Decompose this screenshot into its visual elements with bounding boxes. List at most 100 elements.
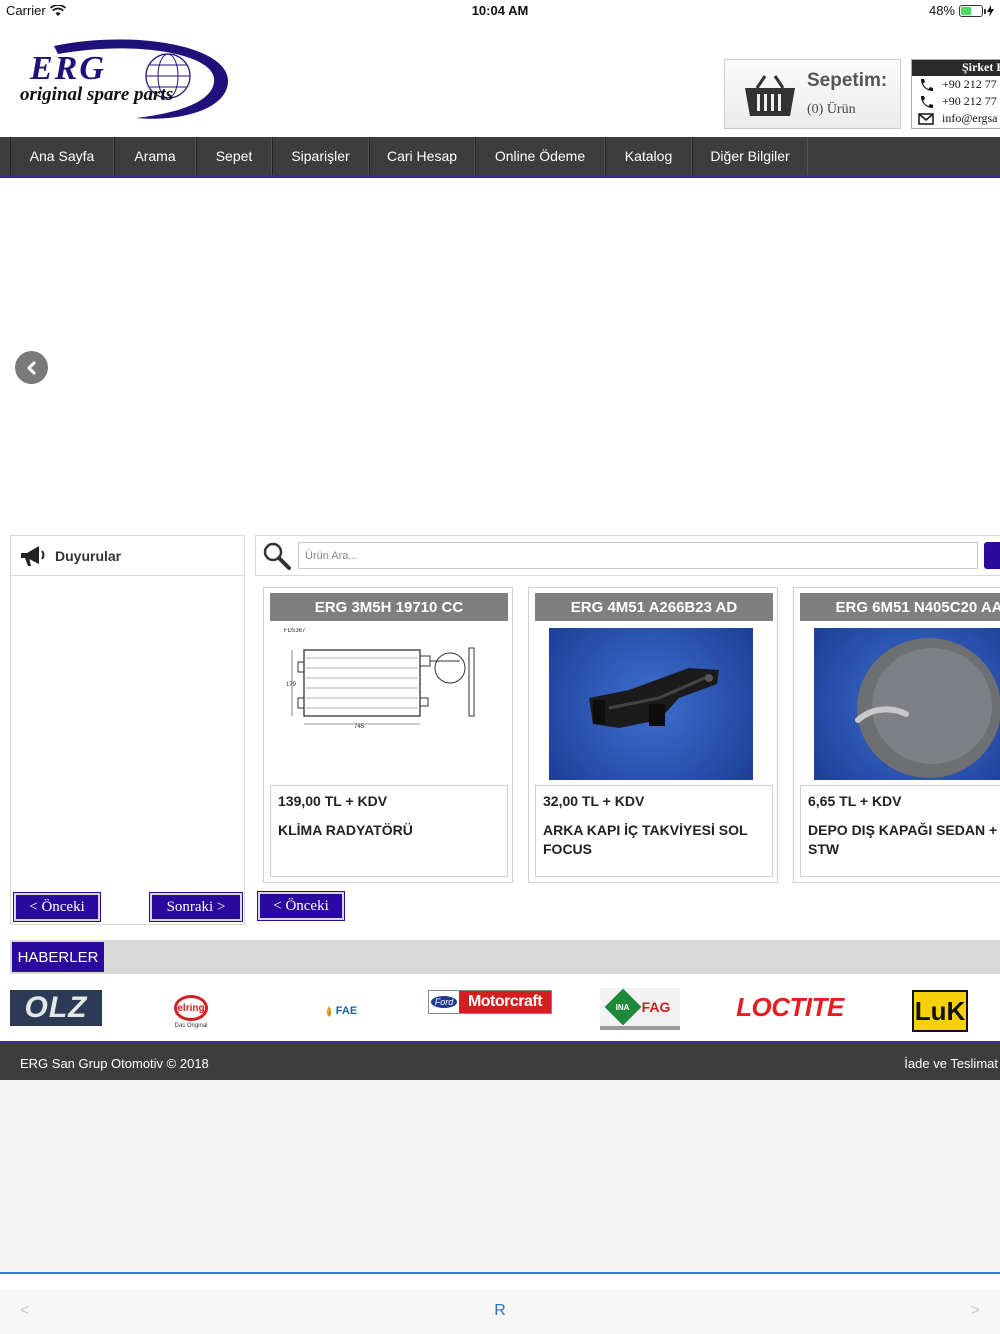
announcements-prev-button[interactable]: < Önceki [13, 892, 101, 922]
contact-phone-2[interactable]: +90 212 77 [912, 93, 1000, 110]
news-bar: HABERLER [10, 940, 1000, 974]
megaphone-icon [21, 545, 45, 566]
chevron-left-icon [26, 360, 36, 375]
product-name[interactable]: DEPO DIŞ KAPAĞI SEDAN + STW [808, 821, 1000, 859]
brand-name: OLZ [24, 991, 88, 1024]
contact-email-text: info@ergsa [942, 111, 998, 125]
fuel-cap-photo [855, 638, 1000, 778]
charging-icon [987, 4, 994, 17]
brand-logo-loctite[interactable]: LOCTITE [732, 992, 848, 1022]
product-name[interactable]: KLİMA RADYATÖRÜ [278, 821, 500, 840]
svg-text:745: 745 [354, 724, 365, 730]
search-submit-button[interactable] [984, 542, 1000, 569]
contact-phone-1-text: +90 212 77 [942, 77, 997, 91]
product-image[interactable] [549, 628, 753, 780]
empty-area [0, 1080, 1000, 1272]
brand-name: FAG [641, 999, 671, 1015]
nav-item-arama[interactable]: Arama [114, 137, 196, 175]
product-image-label: FD5367 [284, 628, 306, 634]
product-code: ERG 4M51 A266B23 AD [535, 593, 773, 621]
footer-copyright: ERG San Grup Otomotiv © 2018 [20, 1056, 209, 1071]
page: Carrier 10:04 AM 48% ERG original spare … [0, 0, 1000, 1334]
product-info: 32,00 TL + KDV ARKA KAPI İÇ TAKVİYESİ SO… [535, 785, 773, 877]
cart-box[interactable]: Sepetim: (0) Ürün [724, 59, 901, 129]
announcements-header: Duyurular [11, 536, 244, 576]
status-bar: Carrier 10:04 AM 48% [0, 0, 1000, 22]
cart-count: (0) Ürün [807, 102, 856, 117]
nav-item-online-odeme[interactable]: Online Ödeme [475, 137, 605, 175]
product-info: 139,00 TL + KDV KLİMA RADYATÖRÜ [270, 785, 508, 877]
brand-logo-ina-fag[interactable]: INA FAG [600, 988, 680, 1030]
brand-name: elring [177, 1002, 205, 1014]
announcements-panel: Duyurular < Önceki Sonraki > [10, 535, 245, 925]
brand-logo-fae[interactable]: FAE [318, 1000, 364, 1022]
product-code: ERG 3M5H 19710 CC [270, 593, 508, 621]
products-prev-button[interactable]: < Önceki [257, 891, 345, 921]
product-info: 6,65 TL + KDV DEPO DIŞ KAPAĞI SEDAN + ST… [800, 785, 1000, 877]
nav-item-sepet[interactable]: Sepet [196, 137, 272, 175]
search-bar: Ürün Ara... [255, 535, 1000, 576]
product-price: 32,00 TL + KDV [543, 793, 645, 809]
mail-icon [918, 112, 934, 125]
product-name[interactable]: ARKA KAPI İÇ TAKVİYESİ SOL FOCUS [543, 821, 765, 859]
brand-logo-elring[interactable]: elring Das Original [160, 990, 222, 1034]
announcements-next-button[interactable]: Sonraki > [149, 892, 243, 922]
product-card[interactable]: ERG 3M5H 19710 CC FD5367 745 179 139,00 … [263, 587, 513, 883]
product-price: 139,00 TL + KDV [278, 793, 388, 809]
load-progress-bar [0, 1272, 1000, 1274]
svg-text:179: 179 [286, 682, 297, 688]
search-input[interactable]: Ürün Ara... [298, 542, 978, 569]
radiator-drawing: 745 179 [286, 647, 475, 730]
product-code: ERG 6M51 N405C20 AA [800, 593, 1000, 621]
site-logo[interactable]: ERG original spare parts [18, 36, 230, 122]
brand-carousel: OLZ elring Das Original FAE Ford Motorcr… [0, 982, 1000, 1038]
site-footer: ERG San Grup Otomotiv © 2018 İade ve Tes… [0, 1041, 1000, 1080]
contact-email[interactable]: info@ergsa [912, 110, 1000, 127]
product-image[interactable]: FD5367 745 179 [284, 628, 488, 780]
brand-name: LOCTITE [736, 991, 844, 1022]
nav-item-cari-hesap[interactable]: Cari Hesap [369, 137, 475, 175]
bracket-part-photo [589, 668, 719, 728]
nav-item-diger-bilgiler[interactable]: Diğer Bilgiler [692, 137, 808, 175]
brand-logo-luk[interactable]: LuK [912, 990, 968, 1032]
brand-name: Motorcraft [467, 993, 543, 1010]
brand-name: LuK [914, 995, 966, 1026]
clock: 10:04 AM [471, 3, 529, 18]
product-image[interactable] [814, 628, 1000, 780]
brand-name: FAE [335, 1005, 358, 1017]
battery-percent: 48% [928, 3, 955, 18]
contact-phone-2-text: +90 212 77 [942, 94, 997, 108]
product-price: 6,65 TL + KDV [808, 793, 902, 809]
contact-phone-1[interactable]: +90 212 77 [912, 76, 1000, 93]
product-card[interactable]: ERG 4M51 A266B23 AD 32,00 TL + KDV ARKA … [528, 587, 778, 883]
main-nav: Ana Sayfa Arama Sepet Siparişler Cari He… [0, 137, 1000, 178]
drop-icon [326, 1005, 332, 1017]
product-card[interactable]: ERG 6M51 N405C20 AA 6,65 TL + KDV DEPO D… [793, 587, 1000, 883]
nav-item-ana-sayfa[interactable]: Ana Sayfa [10, 137, 114, 175]
logo-brand: ERG [30, 50, 106, 87]
forward-button[interactable]: > [971, 1302, 980, 1320]
browser-toolbar: < R > [0, 1290, 1000, 1334]
phone-icon [921, 78, 933, 91]
news-label[interactable]: HABERLER [12, 942, 104, 972]
announcements-title: Duyurular [55, 547, 122, 564]
nav-item-katalog[interactable]: Katalog [605, 137, 692, 175]
contact-box: Şirket B +90 212 77 +90 212 77 info@ergs… [911, 59, 1000, 129]
brand-logo-olz[interactable]: OLZ [10, 990, 102, 1026]
slider-prev-button[interactable] [15, 351, 48, 384]
contact-title: Şirket B [912, 60, 1000, 76]
phone-icon [921, 95, 933, 108]
nav-item-siparisler[interactable]: Siparişler [272, 137, 369, 175]
battery-icon [959, 4, 986, 17]
battery-group: 48% [929, 3, 994, 18]
brand-logo-motorcraft[interactable]: Ford Motorcraft [428, 990, 552, 1014]
reload-button[interactable]: R [0, 1302, 1000, 1320]
logo-tagline: original spare parts [20, 84, 174, 105]
cart-title: Sepetim: [807, 70, 888, 91]
brand-tagline: Das Original [174, 1023, 208, 1029]
basket-icon [745, 75, 795, 116]
brand-prefix: INA [615, 1002, 630, 1012]
search-icon [263, 542, 291, 570]
footer-returns-link[interactable]: İade ve Teslimat [904, 1056, 998, 1071]
brand-prefix: Ford [430, 996, 458, 1008]
